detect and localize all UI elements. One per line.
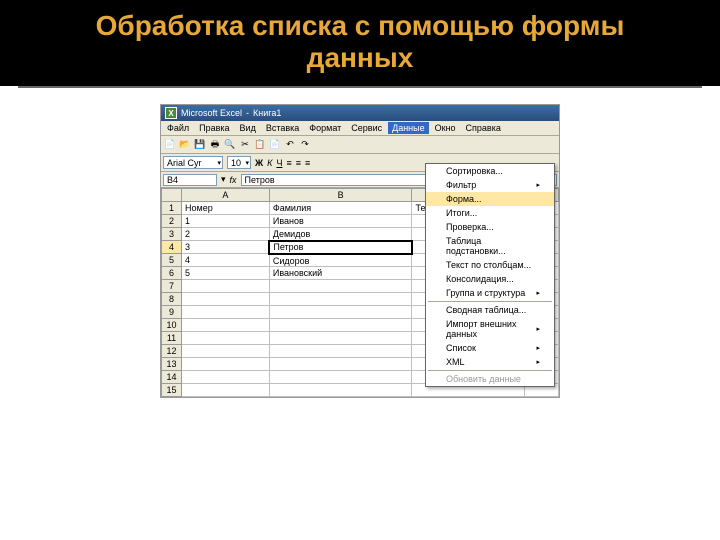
paste-icon[interactable]: 📄 xyxy=(268,138,282,152)
menu-item[interactable]: Группа и структура▸ xyxy=(426,286,554,300)
align-center-icon[interactable]: ≡ xyxy=(296,158,301,168)
submenu-arrow-icon: ▸ xyxy=(536,325,540,333)
align-right-icon[interactable]: ≡ xyxy=(305,158,310,168)
menu-tools[interactable]: Сервис xyxy=(347,122,386,134)
print-icon[interactable]: 🖶 xyxy=(208,138,222,152)
menu-item[interactable]: Таблица подстановки... xyxy=(426,234,554,258)
fx-icon[interactable]: fx xyxy=(230,175,237,185)
menu-item[interactable]: Импорт внешних данных▸ xyxy=(426,317,554,341)
menu-format[interactable]: Формат xyxy=(305,122,345,134)
menu-item[interactable]: Сортировка... xyxy=(426,164,554,178)
undo-icon[interactable]: ↶ xyxy=(283,138,297,152)
menu-item[interactable]: Проверка... xyxy=(426,220,554,234)
excel-window: X Microsoft Excel - Книга1 Файл Правка В… xyxy=(160,104,560,398)
title-line2: данных xyxy=(307,42,414,73)
redo-icon[interactable]: ↷ xyxy=(298,138,312,152)
menu-item[interactable]: Консолидация... xyxy=(426,272,554,286)
slide-header: Обработка списка с помощью формы данных xyxy=(0,0,720,86)
app-name: Microsoft Excel xyxy=(181,108,242,118)
menubar[interactable]: Файл Правка Вид Вставка Формат Сервис Да… xyxy=(161,121,559,136)
menu-item[interactable]: XML▸ xyxy=(426,355,554,369)
menu-item[interactable]: Список▸ xyxy=(426,341,554,355)
submenu-arrow-icon: ▸ xyxy=(536,289,540,297)
menu-item[interactable]: Обновить данные xyxy=(426,372,554,386)
col-b[interactable]: B xyxy=(269,189,412,202)
menu-file[interactable]: Файл xyxy=(163,122,193,134)
menu-window[interactable]: Окно xyxy=(431,122,460,134)
menu-view[interactable]: Вид xyxy=(236,122,260,134)
font-name-combo[interactable]: Arial Cyr xyxy=(163,156,223,169)
excel-icon: X xyxy=(165,107,177,119)
open-icon[interactable]: 📂 xyxy=(178,138,192,152)
menu-insert[interactable]: Вставка xyxy=(262,122,303,134)
menu-help[interactable]: Справка xyxy=(462,122,505,134)
active-cell[interactable]: Петров xyxy=(269,241,412,254)
data-menu-dropdown: Сортировка...Фильтр▸Форма...Итоги...Пров… xyxy=(425,163,555,387)
underline-button[interactable]: Ч xyxy=(276,158,282,168)
copy-icon[interactable]: 📋 xyxy=(253,138,267,152)
submenu-arrow-icon: ▸ xyxy=(536,181,540,189)
font-size-combo[interactable]: 10 xyxy=(227,156,251,169)
select-all[interactable] xyxy=(162,189,182,202)
bold-button[interactable]: Ж xyxy=(255,158,263,168)
menu-data[interactable]: Данные xyxy=(388,122,429,134)
book-name: Книга1 xyxy=(253,108,281,118)
name-box[interactable]: B4 xyxy=(163,174,217,186)
preview-icon[interactable]: 🔍 xyxy=(223,138,237,152)
submenu-arrow-icon: ▸ xyxy=(536,358,540,366)
slide-title: Обработка списка с помощью формы данных xyxy=(20,10,700,74)
italic-button[interactable]: К xyxy=(267,158,272,168)
toolbar-standard: 📄 📂 💾 🖶 🔍 ✂ 📋 📄 ↶ ↷ xyxy=(161,136,559,154)
menu-item[interactable]: Форма... xyxy=(426,192,554,206)
menu-edit[interactable]: Правка xyxy=(195,122,233,134)
col-a[interactable]: A xyxy=(182,189,270,202)
submenu-arrow-icon: ▸ xyxy=(536,344,540,352)
menu-item[interactable]: Текст по столбцам... xyxy=(426,258,554,272)
align-left-icon[interactable]: ≡ xyxy=(286,158,291,168)
new-icon[interactable]: 📄 xyxy=(163,138,177,152)
cut-icon[interactable]: ✂ xyxy=(238,138,252,152)
menu-item[interactable]: Итоги... xyxy=(426,206,554,220)
menu-item[interactable]: Сводная таблица... xyxy=(426,303,554,317)
divider xyxy=(18,86,702,88)
save-icon[interactable]: 💾 xyxy=(193,138,207,152)
titlebar: X Microsoft Excel - Книга1 xyxy=(161,105,559,121)
dropdown-icon[interactable]: ▾ xyxy=(221,174,226,185)
title-line1: Обработка списка с помощью формы xyxy=(96,10,625,41)
menu-item[interactable]: Фильтр▸ xyxy=(426,178,554,192)
